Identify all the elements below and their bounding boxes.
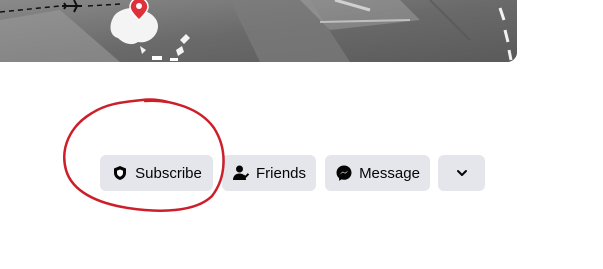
friends-label: Friends xyxy=(255,164,307,182)
cover-photo[interactable] xyxy=(0,0,517,62)
more-options-button[interactable] xyxy=(438,155,485,191)
message-button[interactable]: Message xyxy=(325,155,430,191)
subscribe-label: Subscribe xyxy=(135,164,202,182)
chevron-down-icon xyxy=(453,164,471,182)
message-label: Message xyxy=(359,164,420,182)
subscribe-button[interactable]: Subscribe xyxy=(100,155,213,191)
shield-icon xyxy=(111,164,129,182)
friends-button[interactable]: Friends xyxy=(222,155,316,191)
messenger-icon xyxy=(335,164,353,182)
cover-photo-image xyxy=(0,0,517,62)
person-check-icon xyxy=(232,164,250,182)
